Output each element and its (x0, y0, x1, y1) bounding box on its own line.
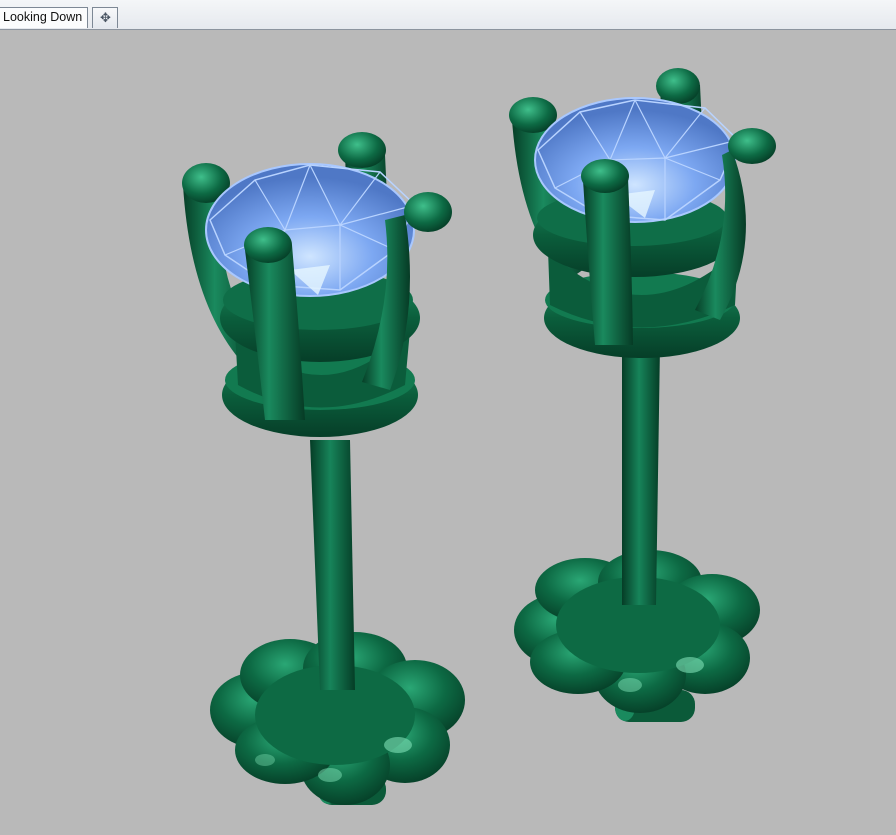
render-canvas (182, 68, 776, 805)
left-earring (182, 132, 465, 805)
gemstone-right (534, 97, 739, 223)
add-viewport-tab-button[interactable]: ✥ (92, 7, 118, 28)
gemstone-left (205, 163, 416, 297)
tab-label: Looking Down (3, 10, 83, 24)
right-earring (509, 68, 776, 722)
plus-icon: ✥ (100, 10, 111, 25)
3d-viewport[interactable] (0, 30, 896, 835)
tab-looking-down[interactable]: Looking Down (0, 7, 88, 28)
earring-post (622, 345, 660, 605)
viewport-tab-bar: Looking Down ✥ (0, 0, 896, 30)
